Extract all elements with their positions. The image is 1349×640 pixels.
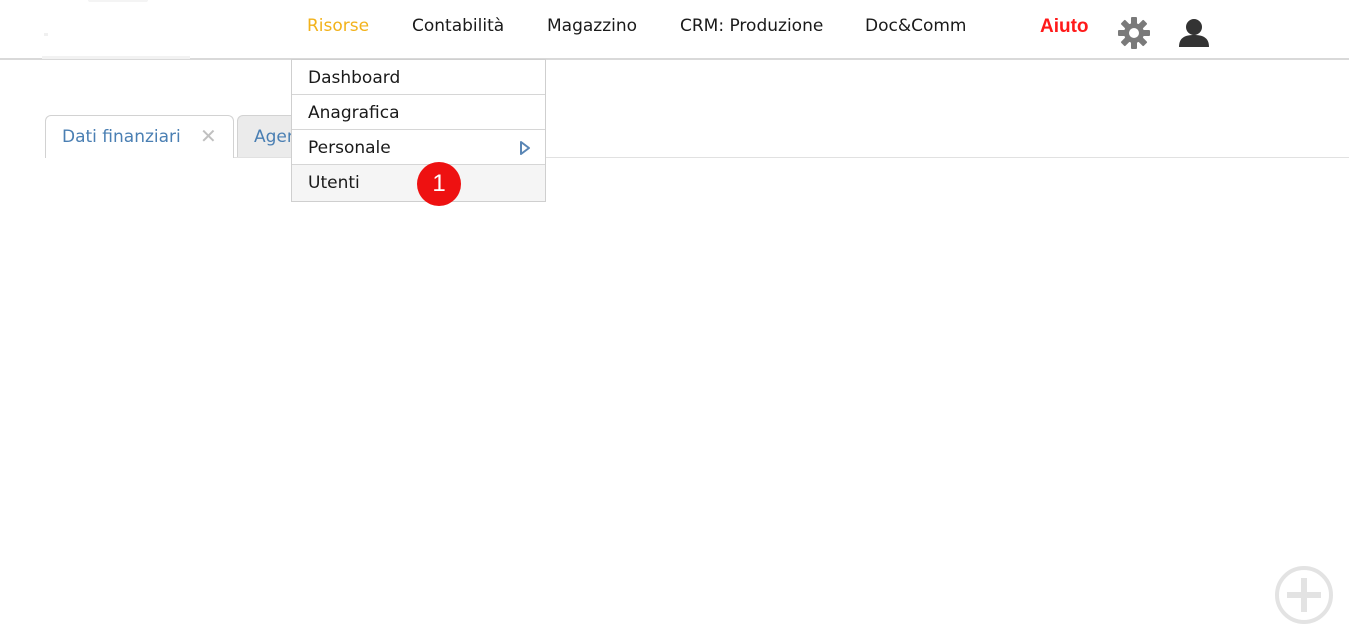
menu-item-anagrafica[interactable]: Anagrafica: [292, 95, 545, 130]
nav-item-magazzino[interactable]: Magazzino: [547, 16, 637, 36]
nav-item-doc-comm[interactable]: Doc&Comm: [865, 16, 967, 36]
menu-item-label: Anagrafica: [308, 103, 400, 123]
nav-item-contabilita[interactable]: Contabilità: [412, 16, 504, 36]
gear-icon[interactable]: [1117, 16, 1151, 50]
tab-dati-finanziari[interactable]: Dati finanziari ✕: [45, 115, 234, 158]
user-icon[interactable]: [1177, 16, 1211, 50]
nav-item-risorse[interactable]: Risorse: [307, 16, 369, 36]
tab-label: Dati finanziari: [62, 127, 181, 147]
logo: [40, 0, 190, 59]
help-link[interactable]: Aiuto: [1040, 16, 1089, 38]
nav-item-crm-produzione[interactable]: CRM: Produzione: [680, 16, 823, 36]
menu-item-personale[interactable]: Personale: [292, 130, 545, 165]
top-navigation-bar: Risorse Contabilità Magazzino CRM: Produ…: [0, 0, 1349, 60]
close-icon[interactable]: ✕: [200, 125, 217, 147]
step-number-badge: 1: [417, 162, 461, 206]
add-circle-icon[interactable]: [1274, 565, 1334, 625]
menu-item-label: Utenti: [308, 173, 360, 193]
tab-bar-divider: [45, 157, 1349, 158]
menu-item-label: Dashboard: [308, 68, 401, 88]
submenu-arrow-icon: [520, 141, 530, 155]
menu-item-dashboard[interactable]: Dashboard: [292, 60, 545, 95]
menu-item-label: Personale: [308, 138, 391, 158]
